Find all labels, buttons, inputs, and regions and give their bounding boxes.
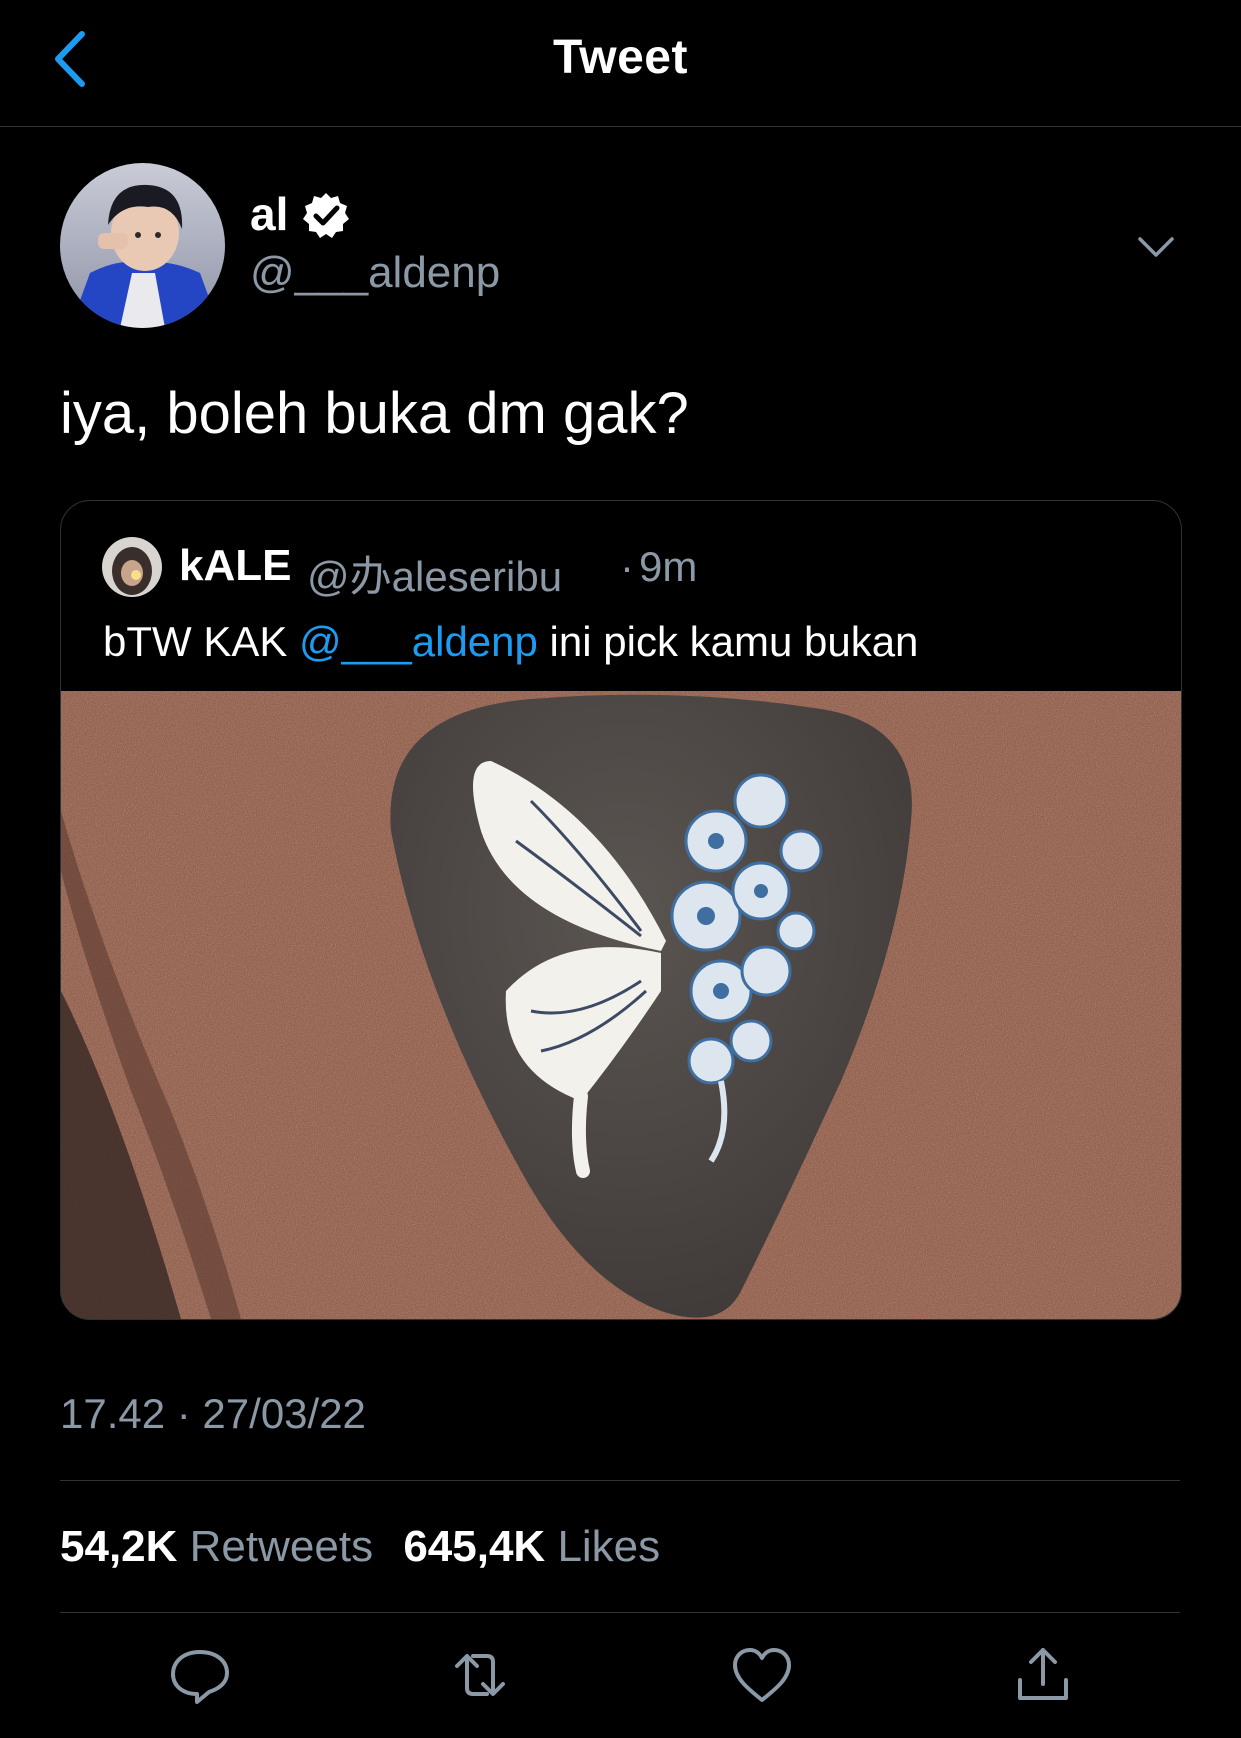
guitar-pick-photo bbox=[61, 691, 1181, 1319]
quoted-author-name: kALE bbox=[179, 541, 292, 590]
share-icon bbox=[1018, 1648, 1068, 1700]
top-navigation-bar: Tweet bbox=[0, 0, 1241, 127]
mention-link[interactable]: @___aldenp bbox=[299, 618, 538, 665]
quoted-author-avatar bbox=[102, 537, 162, 597]
reply-icon bbox=[171, 1650, 229, 1704]
quoted-tweet-text: bTW KAK @___aldenp ini pick kamu bukan bbox=[103, 618, 918, 666]
page-title: Tweet bbox=[553, 31, 688, 84]
more-options-button[interactable] bbox=[1132, 223, 1180, 271]
quoted-tweet-photo[interactable] bbox=[61, 691, 1181, 1319]
likes-count[interactable]: 645,4K bbox=[403, 1522, 545, 1571]
retweet-icon bbox=[455, 1654, 505, 1696]
retweets-count[interactable]: 54,2K bbox=[60, 1522, 177, 1571]
verified-badge-icon bbox=[303, 193, 349, 238]
quoted-timestamp: 9m bbox=[639, 543, 698, 590]
author-name[interactable]: al bbox=[250, 187, 288, 241]
retweets-label[interactable]: Retweets bbox=[190, 1522, 373, 1571]
chevron-down-icon bbox=[1138, 237, 1174, 257]
quoted-text-start: bTW KAK bbox=[103, 618, 300, 665]
retweet-button[interactable] bbox=[445, 1640, 515, 1710]
quoted-separator: · bbox=[620, 543, 634, 590]
heart-icon bbox=[733, 1648, 791, 1702]
share-button[interactable] bbox=[1008, 1640, 1078, 1710]
quoted-tweet-card[interactable]: kALE @办aleseribu · 9m bTW KAK @___aldenp… bbox=[60, 500, 1182, 1320]
author-handle[interactable]: @___aldenp bbox=[250, 248, 500, 298]
reply-button[interactable] bbox=[165, 1640, 235, 1710]
divider bbox=[60, 1480, 1180, 1481]
avatar-image bbox=[60, 163, 225, 328]
like-button[interactable] bbox=[727, 1640, 797, 1710]
tweet-timestamp: 17.42 · 27/03/22 bbox=[60, 1390, 366, 1437]
likes-label[interactable]: Likes bbox=[557, 1522, 660, 1571]
engagement-stats: 54,2K Retweets 645,4K Likes bbox=[60, 1522, 678, 1572]
tweet-author: al @___aldenp bbox=[60, 163, 1180, 333]
tweet-text: iya, boleh buka dm gak? bbox=[60, 381, 689, 446]
tweet-action-bar bbox=[0, 1640, 1241, 1720]
divider bbox=[60, 1612, 1180, 1613]
quoted-text-end: ini pick kamu bukan bbox=[537, 618, 919, 665]
quoted-author-handle: @办aleseribu bbox=[307, 553, 563, 600]
quoted-avatar-image bbox=[102, 537, 162, 597]
author-avatar[interactable] bbox=[60, 163, 225, 328]
